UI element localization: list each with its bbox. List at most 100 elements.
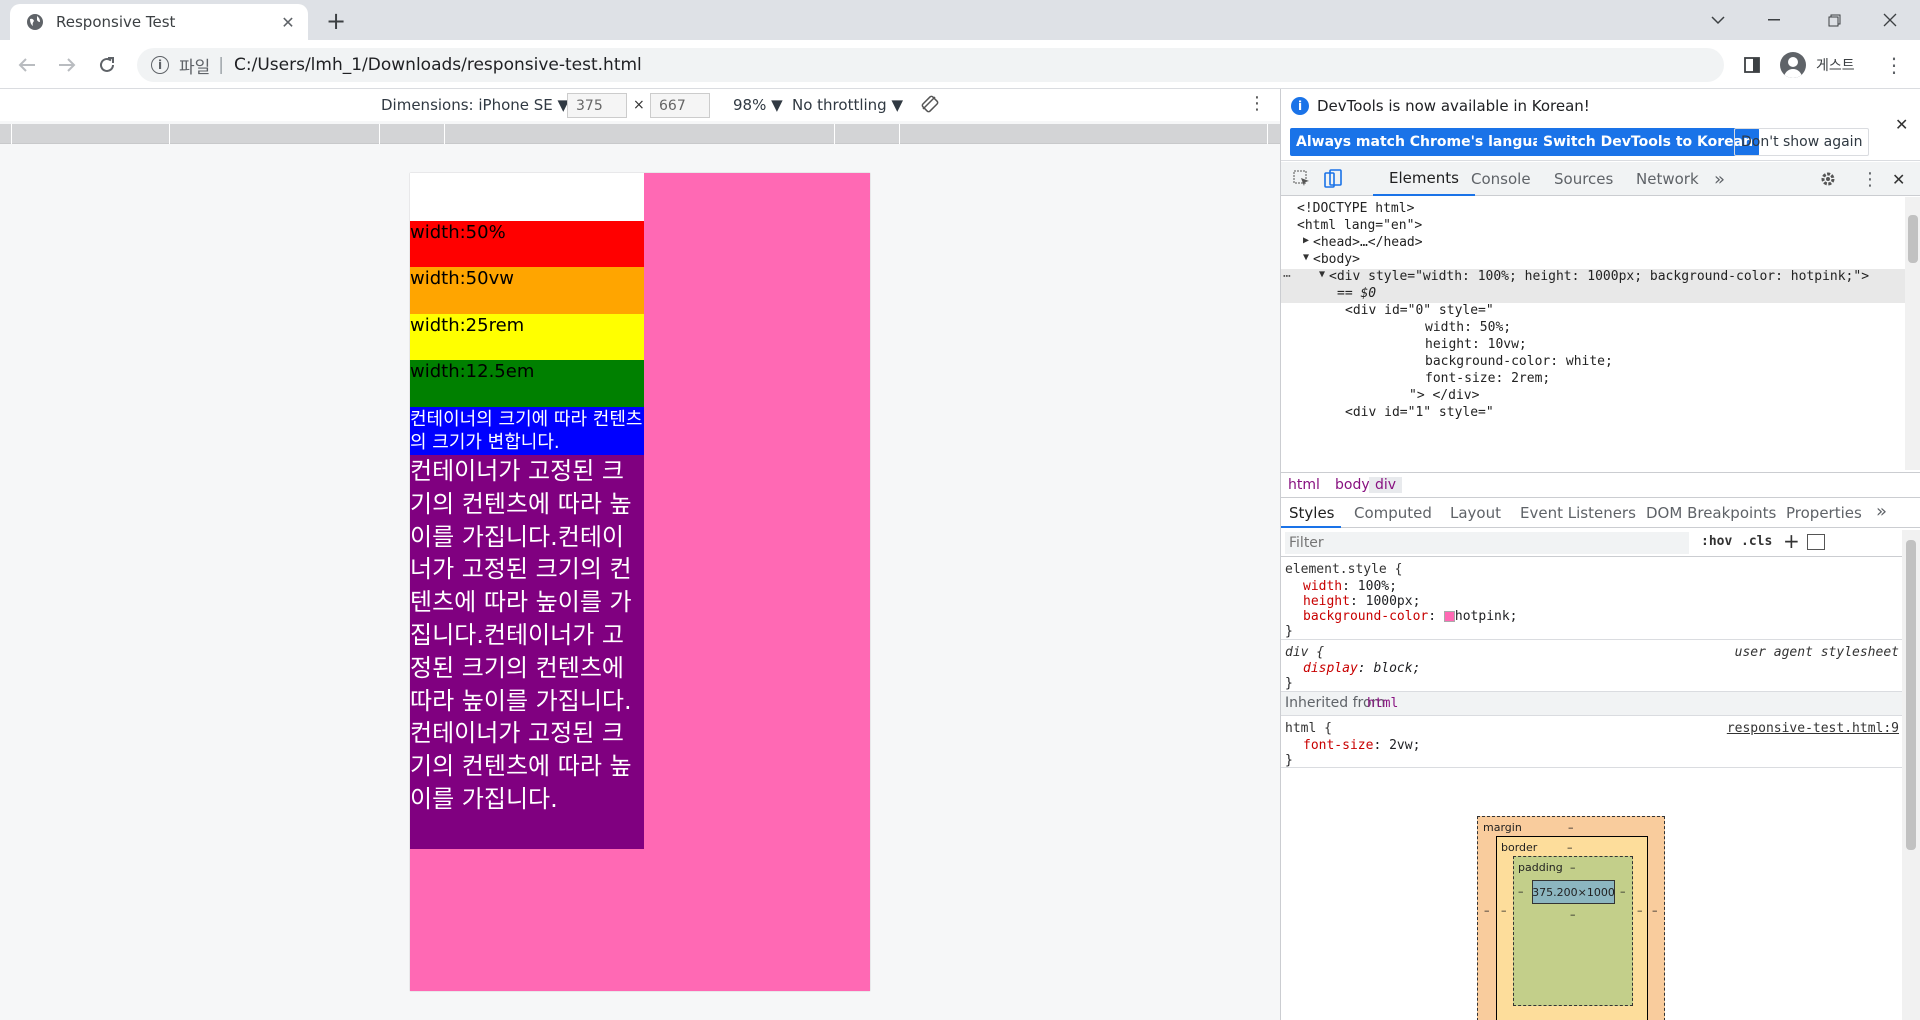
dom-div0-style-1[interactable]: width: 50%;	[1425, 320, 1511, 337]
profile-button[interactable]: 게스트	[1776, 48, 1872, 82]
tab-computed[interactable]: Computed	[1354, 504, 1432, 522]
tab-layout[interactable]: Layout	[1450, 504, 1501, 522]
tab-network[interactable]: Network	[1636, 162, 1699, 196]
device-toolbar-icon[interactable]	[1323, 162, 1343, 196]
styles-scrollbar-thumb[interactable]	[1906, 540, 1916, 850]
styles-filter-input[interactable]	[1285, 532, 1689, 554]
rotate-icon[interactable]	[920, 94, 942, 116]
computed-sidebar-toggle-icon[interactable]	[1807, 534, 1825, 550]
tab-search-icon[interactable]	[1690, 0, 1746, 40]
forward-button[interactable]	[50, 48, 84, 82]
tab-dom-breakpoints[interactable]: DOM Breakpoints	[1646, 504, 1776, 522]
source-link[interactable]: responsive-test.html:9	[1727, 721, 1899, 736]
box-model-margin[interactable]: margin – – – border – – – padding – – – …	[1477, 816, 1665, 1020]
class-toggle[interactable]: .cls	[1741, 534, 1772, 549]
media-query-segment[interactable]	[900, 124, 1268, 144]
dom-head-node[interactable]: <head>…</head>	[1313, 235, 1423, 252]
chrome-menu-icon[interactable]: ⋮	[1880, 50, 1908, 80]
padding-left-value[interactable]: –	[1518, 885, 1524, 898]
breadcrumb-div[interactable]: div	[1369, 477, 1403, 493]
side-panel-icon[interactable]	[1740, 53, 1764, 77]
dom-scrollbar[interactable]	[1905, 197, 1920, 470]
always-match-language-button[interactable]: Always match Chrome's language	[1290, 128, 1568, 156]
dom-doctype[interactable]: <!DOCTYPE html>	[1297, 201, 1414, 218]
collapse-triangle-icon[interactable]: ▼	[1303, 252, 1309, 269]
breadcrumb-body[interactable]: body	[1335, 477, 1370, 493]
address-bar[interactable]: i 파일 | C:/Users/lmh_1/Downloads/responsi…	[137, 48, 1724, 82]
close-devtools-icon[interactable]: ✕	[1892, 162, 1905, 196]
styles-scrollbar[interactable]	[1902, 530, 1920, 1020]
close-infobar-icon[interactable]: ✕	[1895, 115, 1908, 134]
close-tab-icon[interactable]: ✕	[278, 12, 298, 32]
dom-div1-open[interactable]: <div id="1" style="	[1345, 405, 1494, 422]
dom-div0-style-4[interactable]: font-size: 2rem;	[1425, 371, 1550, 388]
css-prop-background-color[interactable]: background-color: hotpink;	[1303, 609, 1518, 624]
more-style-tabs-icon[interactable]: »	[1876, 501, 1887, 522]
padding-right-value[interactable]: –	[1620, 885, 1626, 898]
new-style-rule-icon[interactable]: +	[1783, 529, 1800, 553]
dom-div0-style-2[interactable]: height: 10vw;	[1425, 337, 1527, 354]
media-query-segment[interactable]	[170, 124, 380, 144]
back-button[interactable]	[10, 48, 44, 82]
margin-right-value[interactable]: –	[1652, 904, 1658, 917]
dom-row-menu-icon[interactable]: ⋯	[1283, 269, 1291, 286]
tab-elements[interactable]: Elements	[1373, 162, 1475, 196]
css-prop-height[interactable]: height: 1000px;	[1303, 594, 1420, 609]
dom-body-node[interactable]: <body>	[1313, 252, 1360, 269]
devtools-menu-icon[interactable]: ⋮	[1861, 162, 1879, 196]
css-prop-font-size[interactable]: font-size: 2vw;	[1303, 738, 1420, 753]
media-query-segment[interactable]	[445, 124, 835, 144]
dom-scrollbar-thumb[interactable]	[1908, 215, 1918, 263]
inspect-element-icon[interactable]	[1293, 162, 1311, 196]
border-right-value[interactable]: –	[1637, 904, 1643, 917]
dom-div0-open[interactable]: <div id="0" style="	[1345, 303, 1494, 320]
box-model-border[interactable]: border – – – padding – – – – 375.200×100…	[1496, 836, 1648, 1020]
dont-show-again-button[interactable]: Don't show again	[1734, 128, 1870, 156]
media-query-segment[interactable]	[380, 124, 445, 144]
tab-console[interactable]: Console	[1471, 162, 1531, 196]
breadcrumb-html[interactable]: html	[1288, 477, 1320, 493]
expand-triangle-icon[interactable]: ▶	[1303, 235, 1309, 252]
tab-event-listeners[interactable]: Event Listeners	[1520, 504, 1636, 522]
media-query-bar[interactable]	[0, 124, 1280, 144]
new-tab-button[interactable]: +	[322, 7, 350, 35]
device-width-input[interactable]: 375	[567, 93, 627, 118]
collapse-triangle-icon[interactable]: ▼	[1319, 269, 1325, 286]
dom-div0-close[interactable]: "> </div>	[1409, 388, 1479, 405]
reload-button[interactable]	[90, 48, 124, 82]
border-left-value[interactable]: –	[1501, 904, 1507, 917]
dom-tree[interactable]: <!DOCTYPE html> <html lang="en"> ▶ <head…	[1281, 197, 1920, 470]
media-query-segment[interactable]	[12, 124, 170, 144]
more-tabs-icon[interactable]: »	[1714, 162, 1725, 196]
tab-sources[interactable]: Sources	[1554, 162, 1613, 196]
zoom-select[interactable]: 98% ▼	[733, 96, 783, 114]
color-swatch[interactable]	[1443, 611, 1455, 622]
dom-div0-style-3[interactable]: background-color: white;	[1425, 354, 1613, 371]
site-info-icon[interactable]: i	[151, 56, 169, 74]
switch-to-korean-button[interactable]: Switch DevTools to Korean	[1537, 128, 1760, 156]
dom-html-node[interactable]: <html lang="en">	[1297, 218, 1422, 235]
dom-div-node[interactable]: <div style="width: 100%; height: 1000px;…	[1329, 269, 1869, 286]
device-height-input[interactable]: 667	[650, 93, 710, 118]
browser-tab[interactable]: Responsive Test ✕	[10, 4, 308, 40]
device-dimensions-select[interactable]: Dimensions: iPhone SE ▼	[381, 96, 569, 114]
inherited-tag[interactable]: html	[1367, 696, 1398, 711]
restore-button[interactable]	[1806, 0, 1862, 40]
css-prop-width[interactable]: width: 100%;	[1303, 579, 1397, 594]
media-query-segment[interactable]	[0, 124, 12, 144]
padding-top-value[interactable]: –	[1570, 861, 1576, 874]
tab-properties[interactable]: Properties	[1786, 504, 1862, 522]
margin-top-value[interactable]: –	[1568, 821, 1574, 834]
minimize-button[interactable]	[1746, 0, 1802, 40]
padding-bottom-value[interactable]: –	[1570, 908, 1576, 921]
close-window-button[interactable]	[1862, 0, 1918, 40]
hover-state-toggle[interactable]: :hov	[1701, 534, 1732, 549]
margin-left-value[interactable]: –	[1484, 904, 1490, 917]
box-model-content[interactable]: 375.200×1000	[1532, 880, 1615, 904]
box-model-padding[interactable]: padding – – – – 375.200×1000	[1513, 856, 1633, 1006]
settings-gear-icon[interactable]	[1819, 162, 1837, 196]
throttling-select[interactable]: No throttling ▼	[792, 96, 903, 114]
media-query-segment[interactable]	[835, 124, 900, 144]
tab-styles[interactable]: Styles	[1289, 504, 1335, 522]
border-top-value[interactable]: –	[1567, 841, 1573, 854]
